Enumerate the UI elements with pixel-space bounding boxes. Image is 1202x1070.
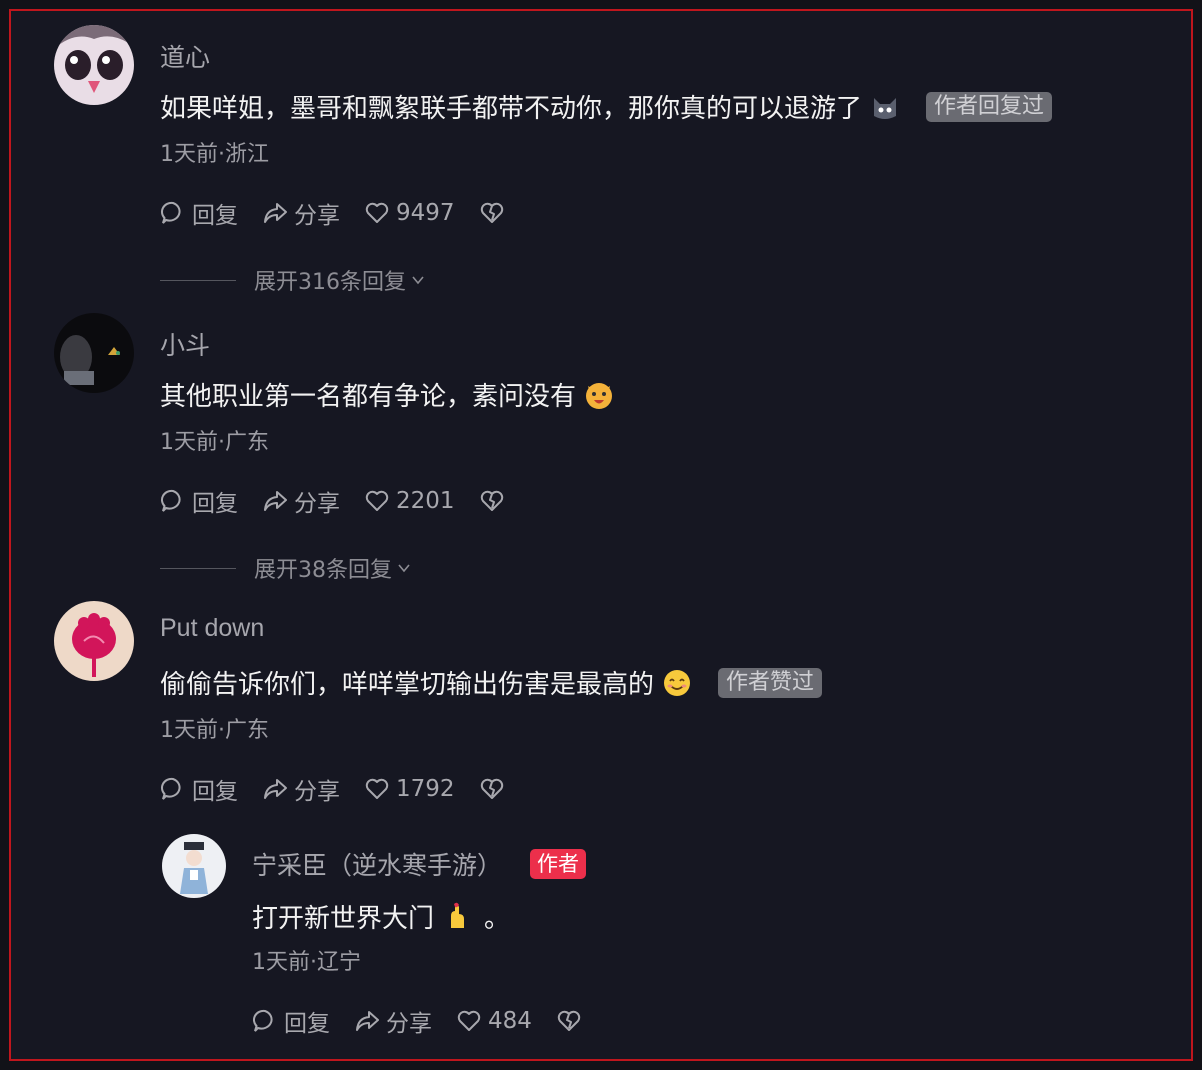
dislike-button[interactable] [479, 776, 505, 802]
divider-line [160, 567, 236, 569]
broken-heart-icon [557, 1010, 581, 1031]
comment-text-content: 其他职业第一名都有争论，素问没有 [160, 382, 577, 412]
avatar[interactable] [54, 25, 134, 105]
dislike-button[interactable] [479, 200, 505, 226]
author-tag: 作者 [530, 849, 587, 879]
comment-text-content: 如果咩姐，墨哥和飘絮联手都带不动你，那你真的可以退游了 [160, 94, 863, 124]
reply-button[interactable]: 回复 [160, 196, 238, 230]
like-button[interactable]: 1792 [364, 776, 455, 802]
reply-text-suffix: 。 [484, 904, 511, 934]
comment-bubble-icon [160, 201, 181, 224]
expand-replies-label: 展开316条回复 [254, 270, 406, 295]
broken-heart-icon [480, 202, 503, 223]
share-arrow-icon [264, 203, 287, 223]
heart-icon [365, 202, 389, 223]
reply-button[interactable]: 回复 [160, 484, 238, 518]
reply-button[interactable]: 回复 [252, 1004, 330, 1038]
expand-replies-button[interactable]: 展开316条回复 [160, 264, 426, 296]
comment-text: 如果咩姐，墨哥和飘絮联手都带不动你，那你真的可以退游了 作者回复过 [160, 88, 1053, 125]
broken-heart-icon [480, 490, 503, 511]
avatar-rose-icon [54, 601, 134, 681]
avatar[interactable] [54, 601, 134, 681]
share-label: 分享 [294, 779, 340, 805]
share-label: 分享 [386, 1011, 432, 1037]
share-label: 分享 [294, 491, 340, 517]
finger-heart-emoji-icon [442, 902, 472, 932]
like-button[interactable]: 9497 [364, 200, 455, 226]
reply-username[interactable]: 宁采臣（逆水寒手游） [252, 846, 502, 882]
dislike-button[interactable] [556, 1008, 582, 1034]
expand-replies-button[interactable]: 展开38条回复 [160, 552, 412, 584]
comment-actions: 回复 分享 1792 [160, 772, 529, 806]
avatar[interactable] [54, 313, 134, 393]
reply-text: 打开新世界大门 。 [252, 898, 510, 935]
smile-emoji-icon [662, 668, 692, 698]
comment-meta: 1天前·浙江 [160, 142, 269, 167]
comment-actions: 回复 分享 2201 [160, 484, 529, 518]
like-count: 484 [488, 1008, 532, 1034]
comment-text-content: 偷偷告诉你们，咩咩掌切输出伤害是最高的 [160, 670, 655, 700]
comment-text: 其他职业第一名都有争论，素问没有 [160, 376, 614, 413]
share-arrow-icon [264, 779, 287, 799]
reply-actions: 回复 分享 484 [252, 1004, 606, 1038]
like-count: 9497 [396, 200, 455, 226]
comment-bubble-icon [252, 1009, 273, 1032]
avatar-photo-icon [54, 313, 134, 393]
comment-text: 偷偷告诉你们，咩咩掌切输出伤害是最高的 作者赞过 [160, 664, 823, 701]
heart-icon [365, 778, 389, 799]
share-button[interactable]: 分享 [262, 484, 340, 518]
comment-username[interactable]: Put down [160, 614, 264, 643]
comment-meta: 1天前·广东 [160, 430, 269, 455]
reply-text-content: 打开新世界大门 [252, 904, 435, 934]
comment-meta: 1天前·广东 [160, 718, 269, 743]
like-count: 2201 [396, 488, 455, 514]
broken-heart-icon [480, 778, 503, 799]
expand-replies-label: 展开38条回复 [254, 558, 392, 583]
share-arrow-icon [264, 491, 287, 511]
heart-icon [457, 1010, 481, 1031]
reply-username-row: 宁采臣（逆水寒手游） 作者 [252, 846, 587, 882]
comment-bubble-icon [160, 777, 181, 800]
avatar-character-icon [162, 834, 226, 898]
share-button[interactable]: 分享 [262, 196, 340, 230]
like-count: 1792 [396, 776, 455, 802]
divider-line [160, 279, 236, 281]
author-liked-badge: 作者赞过 [718, 667, 823, 698]
chevron-down-icon [412, 276, 424, 285]
reply-meta: 1天前·辽宁 [252, 950, 361, 975]
comment-actions: 回复 分享 9497 [160, 196, 529, 230]
chevron-down-icon [398, 564, 410, 573]
cat-emoji-icon [870, 92, 900, 122]
reply-label: 回复 [192, 203, 238, 229]
reply-button[interactable]: 回复 [160, 772, 238, 806]
heart-icon [365, 490, 389, 511]
avatar[interactable] [162, 834, 226, 898]
share-label: 分享 [294, 203, 340, 229]
share-arrow-icon [356, 1011, 379, 1031]
comment-bubble-icon [160, 489, 181, 512]
like-button[interactable]: 484 [456, 1008, 532, 1034]
reply-label: 回复 [192, 491, 238, 517]
comment-username[interactable]: 小斗 [160, 326, 210, 362]
dislike-button[interactable] [479, 488, 505, 514]
share-button[interactable]: 分享 [354, 1004, 432, 1038]
share-button[interactable]: 分享 [262, 772, 340, 806]
reply-label: 回复 [192, 779, 238, 805]
tiger-emoji-icon [584, 380, 614, 410]
reply-label: 回复 [284, 1011, 330, 1037]
comment-username[interactable]: 道心 [160, 38, 210, 74]
avatar-anime-face-icon [54, 25, 134, 105]
author-replied-badge: 作者回复过 [926, 91, 1053, 122]
like-button[interactable]: 2201 [364, 488, 455, 514]
